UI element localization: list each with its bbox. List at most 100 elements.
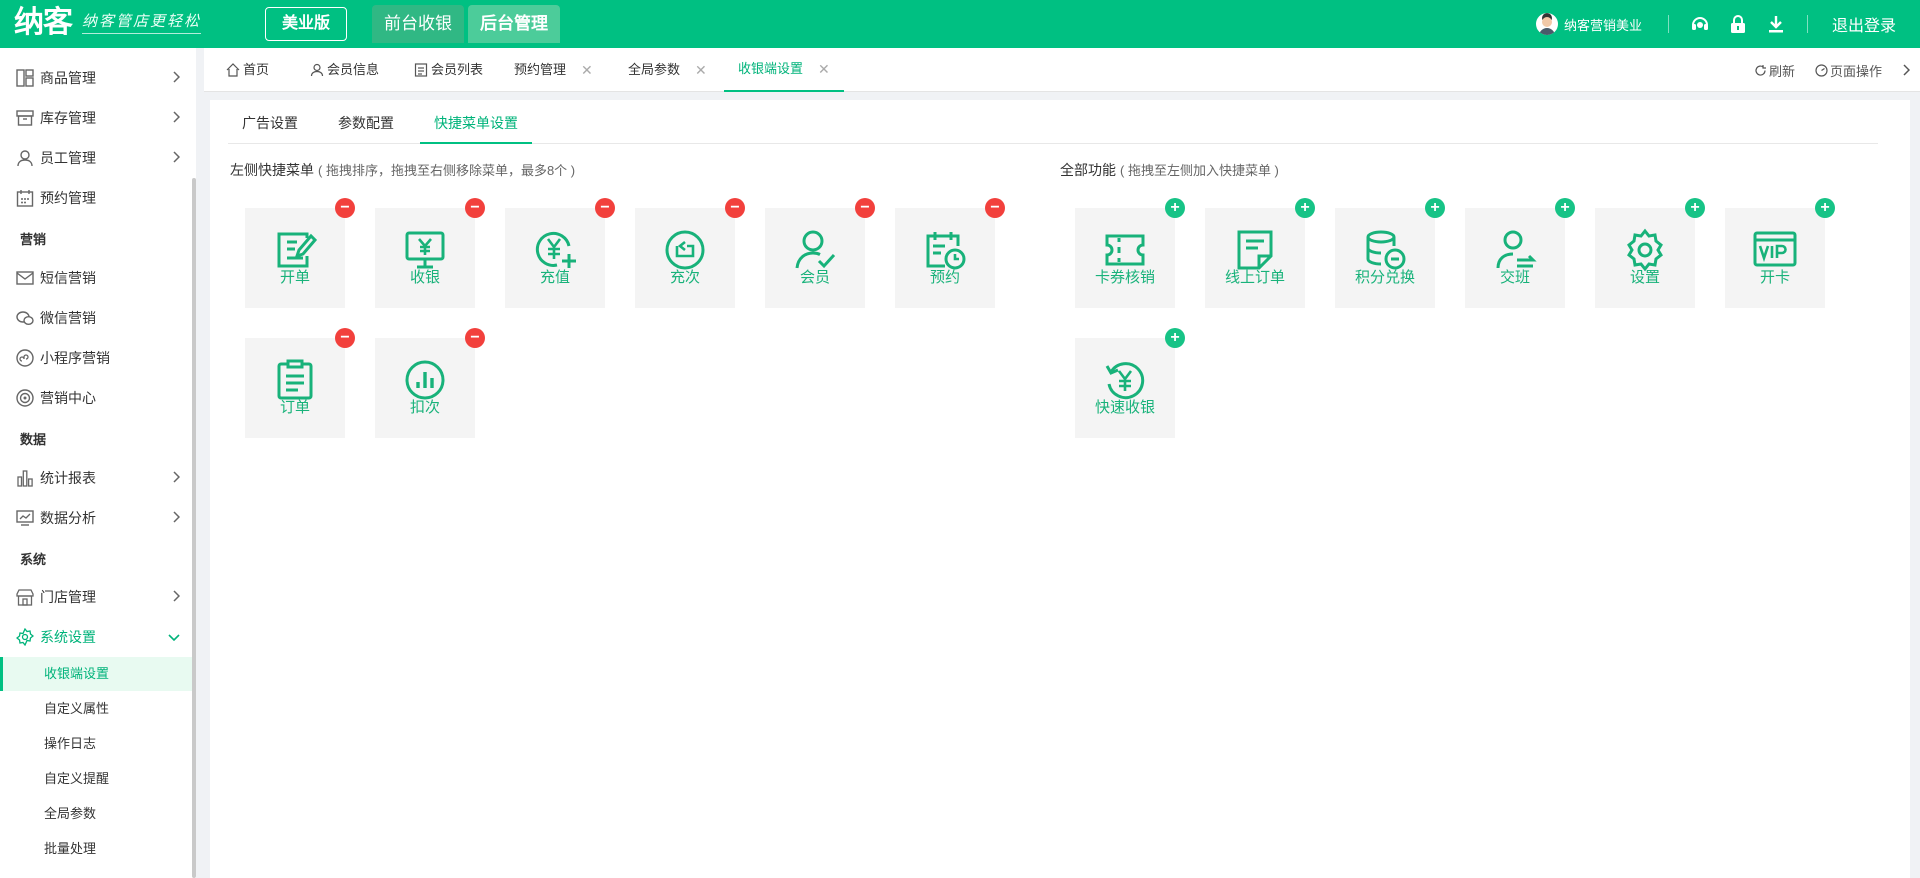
tab-label: 首页 xyxy=(243,62,270,77)
remove-icon[interactable]: − xyxy=(465,198,485,218)
function-item-points[interactable]: 积分兑换 + xyxy=(1335,198,1445,308)
chevron-down-icon xyxy=(168,634,180,641)
tab-cashier-settings[interactable]: 收银端设置 ✕ xyxy=(724,48,844,92)
quick-menu-item-member[interactable]: 会员 − xyxy=(765,198,875,308)
sidebar-sub-cashier-settings[interactable]: 收银端设置 xyxy=(0,657,192,691)
function-item-shift[interactable]: 交班 + xyxy=(1465,198,1575,308)
logout-button[interactable]: 退出登录 xyxy=(1832,12,1896,36)
brand-logo[interactable]: 纳客 纳客管店更轻松 xyxy=(14,6,202,40)
sidebar-sub-global-params[interactable]: 全局参数 xyxy=(0,797,192,831)
download-icon[interactable] xyxy=(1765,13,1787,35)
support-icon[interactable] xyxy=(1689,13,1711,35)
function-item-settings[interactable]: 设置 + xyxy=(1595,198,1705,308)
target-icon xyxy=(16,389,34,407)
main-content: 广告设置 参数配置 快捷菜单设置 左侧快捷菜单 ( 拖拽排序，拖拽至右侧移除菜单，… xyxy=(210,100,1910,878)
user-icon xyxy=(310,63,324,77)
top-bar-right: 纳客营销美业 退出登录 xyxy=(1535,0,1920,48)
home-icon xyxy=(226,63,240,77)
sidebar-item-label: 库存管理 xyxy=(40,110,96,126)
quick-menu-item-recharge-times[interactable]: 充次 − xyxy=(635,198,745,308)
add-icon[interactable]: + xyxy=(1555,198,1575,218)
card-label: 设置 xyxy=(1629,269,1660,286)
goods-icon xyxy=(16,69,34,87)
remove-icon[interactable]: − xyxy=(595,198,615,218)
sidebar-sub-batch-process[interactable]: 批量处理 xyxy=(0,832,192,866)
lock-icon[interactable] xyxy=(1727,13,1749,35)
quick-menu-item-open-order[interactable]: 开单 − xyxy=(245,198,355,308)
left-panel-hint: ( 拖拽排序，拖拽至右侧移除菜单，最多8个 ) xyxy=(318,163,576,178)
tab-member-list[interactable]: 会员列表 xyxy=(414,48,483,92)
sidebar-item-reports[interactable]: 统计报表 xyxy=(0,458,192,498)
quick-menu-item-deduct-times[interactable]: 扣次 − xyxy=(375,328,485,438)
sidebar-item-staff[interactable]: 员工管理 xyxy=(0,138,192,178)
function-item-vip-card[interactable]: 开卡 + xyxy=(1725,198,1835,308)
add-icon[interactable]: + xyxy=(1165,328,1185,348)
quick-menu-item-appointment[interactable]: 预约 − xyxy=(895,198,1005,308)
add-icon[interactable]: + xyxy=(1425,198,1445,218)
tab-appointment[interactable]: 预约管理 ✕ xyxy=(514,48,593,92)
function-item-coupon[interactable]: 卡券核销 + xyxy=(1075,198,1185,308)
chevron-right-icon xyxy=(173,471,180,483)
quick-menu-item-order[interactable]: 订单 − xyxy=(245,328,355,438)
remove-icon[interactable]: − xyxy=(855,198,875,218)
close-icon[interactable]: ✕ xyxy=(581,47,593,93)
deduct-times-icon xyxy=(405,360,445,400)
sidebar-item-appointment[interactable]: 预约管理 xyxy=(0,178,192,218)
function-item-quick-cashier[interactable]: 快速收银 + xyxy=(1075,328,1185,438)
sidebar-item-marketing-center[interactable]: 营销中心 xyxy=(0,378,192,418)
close-icon[interactable]: ✕ xyxy=(695,47,707,93)
section-marketing: 营销 xyxy=(20,232,47,247)
refresh-icon xyxy=(1755,64,1766,76)
sidebar-item-label: 门店管理 xyxy=(40,589,96,605)
nav-front-cashier[interactable]: 前台收银 xyxy=(372,5,464,43)
store-icon xyxy=(16,589,34,606)
sidebar-sub-custom-attributes[interactable]: 自定义属性 xyxy=(0,692,192,726)
sidebar-item-label: 统计报表 xyxy=(40,470,96,486)
sidebar-item-analysis[interactable]: 数据分析 xyxy=(0,498,192,538)
refresh-button[interactable]: 刷新 xyxy=(1754,61,1795,80)
page-ops-button[interactable]: 页面操作 xyxy=(1815,61,1882,80)
sidebar-item-system-settings[interactable]: 系统设置 xyxy=(0,617,192,657)
add-icon[interactable]: + xyxy=(1815,198,1835,218)
nav-back-management[interactable]: 后台管理 xyxy=(468,5,560,43)
member-icon xyxy=(795,230,836,269)
remove-icon[interactable]: − xyxy=(465,328,485,348)
subtab-quick-menu[interactable]: 快捷菜单设置 xyxy=(420,100,532,144)
tab-member-info[interactable]: 会员信息 xyxy=(310,48,379,92)
sidebar-item-inventory[interactable]: 库存管理 xyxy=(0,98,192,138)
sidebar-item-miniapp[interactable]: 小程序营销 xyxy=(0,338,192,378)
sidebar-item-store[interactable]: 门店管理 xyxy=(0,577,192,617)
shift-icon xyxy=(1496,230,1537,269)
subtab-param-config[interactable]: 参数配置 xyxy=(324,100,408,144)
quick-menu-item-recharge[interactable]: 充值 − xyxy=(505,198,615,308)
function-item-online-order[interactable]: 线上订单 + xyxy=(1205,198,1315,308)
add-icon[interactable]: + xyxy=(1685,198,1705,218)
list-icon xyxy=(414,63,428,77)
sidebar: 商品管理 库存管理 员工管理 预约管理 营销 短信营销 微信营销 小程序营销 营… xyxy=(0,48,196,878)
edition-button[interactable]: 美业版 xyxy=(265,7,347,41)
sidebar-sub-operation-log[interactable]: 操作日志 xyxy=(0,727,192,761)
card-label: 开卡 xyxy=(1759,269,1790,286)
tab-global-params[interactable]: 全局参数 ✕ xyxy=(628,48,707,92)
inventory-icon xyxy=(16,110,34,126)
add-icon[interactable]: + xyxy=(1295,198,1315,218)
remove-icon[interactable]: − xyxy=(725,198,745,218)
quick-menu-item-cashier[interactable]: 收银 − xyxy=(375,198,485,308)
remove-icon[interactable]: − xyxy=(335,328,355,348)
user-menu[interactable]: 纳客营销美业 xyxy=(1535,13,1642,35)
close-icon[interactable]: ✕ xyxy=(818,46,830,92)
add-icon[interactable]: + xyxy=(1165,198,1185,218)
tab-home[interactable]: 首页 xyxy=(226,48,269,92)
sidebar-scrollbar[interactable] xyxy=(192,178,196,878)
chevron-right-icon[interactable] xyxy=(1902,64,1910,76)
divider xyxy=(1806,15,1808,33)
card-label: 开单 xyxy=(279,269,310,286)
sidebar-item-sms[interactable]: 短信营销 xyxy=(0,258,192,298)
remove-icon[interactable]: − xyxy=(335,198,355,218)
remove-icon[interactable]: − xyxy=(985,198,1005,218)
subtab-ad-settings[interactable]: 广告设置 xyxy=(228,100,312,144)
sidebar-item-wechat[interactable]: 微信营销 xyxy=(0,298,192,338)
chevron-right-icon xyxy=(173,511,180,523)
sidebar-item-goods[interactable]: 商品管理 xyxy=(0,58,192,98)
sidebar-sub-custom-reminder[interactable]: 自定义提醒 xyxy=(0,762,192,796)
